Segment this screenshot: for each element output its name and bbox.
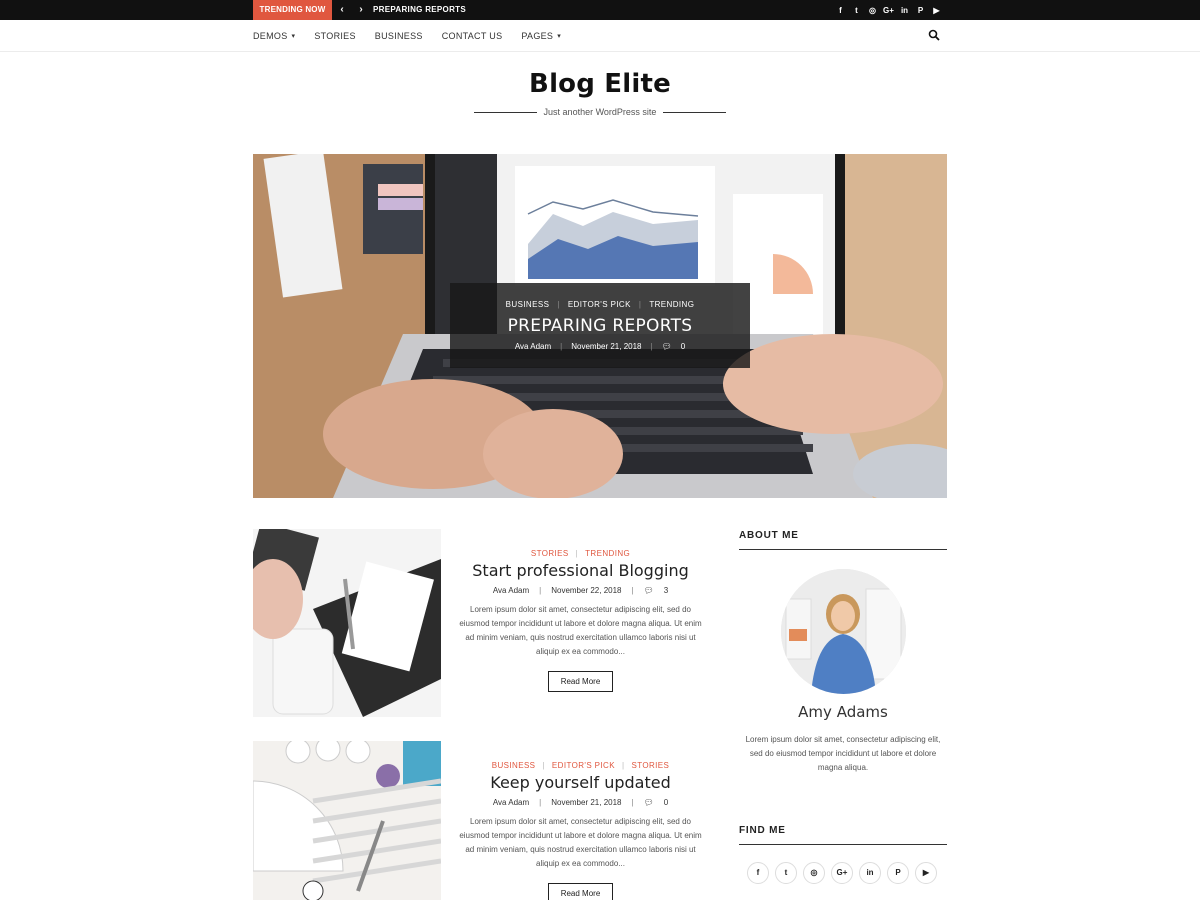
- post-excerpt: Lorem ipsum dolor sit amet, consectetur …: [459, 605, 702, 656]
- category-link[interactable]: BUSINESS: [492, 761, 536, 770]
- trending-now-badge: TRENDING NOW: [253, 0, 332, 20]
- post-thumbnail-image: [253, 741, 441, 900]
- nav-item-stories[interactable]: STORIES: [314, 31, 355, 41]
- find-me-social-links: f t ◎ G+ in P ▶: [747, 862, 937, 884]
- nav-menu: DEMOS ▾ STORIES BUSINESS CONTACT US PAGE…: [253, 20, 561, 51]
- find-me-widget-title: FIND ME: [739, 825, 947, 845]
- site-tagline-wrap: Just another WordPress site: [474, 105, 726, 119]
- nav-item-contact-us[interactable]: CONTACT US: [442, 31, 503, 41]
- twitter-icon[interactable]: t: [851, 5, 862, 16]
- comment-count[interactable]: 3: [664, 586, 668, 595]
- category-link[interactable]: STORIES: [631, 761, 669, 770]
- top-bar: TRENDING NOW ‹ › PREPARING REPORTS f t ◎…: [0, 0, 1200, 20]
- about-name: Amy Adams: [798, 703, 888, 721]
- category-separator: |: [557, 300, 560, 309]
- post-title[interactable]: Start professional Blogging: [458, 561, 703, 580]
- category-link[interactable]: BUSINESS: [506, 300, 550, 309]
- linkedin-icon[interactable]: in: [859, 862, 881, 884]
- comment-count[interactable]: 0: [664, 798, 668, 807]
- category-link[interactable]: TRENDING: [649, 300, 694, 309]
- about-widget-title: ABOUT ME: [739, 530, 947, 550]
- nav-item-label: STORIES: [314, 30, 356, 41]
- nav-item-label: BUSINESS: [374, 30, 423, 41]
- post-categories: BUSINESS | EDITOR'S PICK | STORIES: [458, 761, 703, 770]
- twitter-icon[interactable]: t: [775, 862, 797, 884]
- hero-categories: BUSINESS | EDITOR'S PICK | TRENDING: [450, 300, 750, 309]
- comment-icon: 💬︎: [643, 798, 654, 807]
- tagline-divider: [474, 112, 537, 113]
- google-plus-icon[interactable]: G+: [831, 862, 853, 884]
- comment-icon: 💬︎: [643, 586, 654, 595]
- instagram-icon[interactable]: ◎: [867, 5, 878, 16]
- google-plus-icon[interactable]: G+: [883, 5, 894, 16]
- facebook-icon[interactable]: f: [835, 5, 846, 16]
- meta-separator: |: [539, 586, 542, 595]
- pinterest-icon[interactable]: P: [915, 5, 926, 16]
- hero-featured-post[interactable]: BUSINESS | EDITOR'S PICK | TRENDING PREP…: [253, 154, 947, 498]
- post-author[interactable]: Ava Adam: [493, 586, 529, 595]
- post-thumbnail[interactable]: [253, 741, 441, 900]
- category-link[interactable]: TRENDING: [585, 549, 630, 558]
- chevron-right-icon[interactable]: ›: [354, 0, 368, 20]
- ticker-post-link[interactable]: PREPARING REPORTS: [373, 0, 466, 20]
- hero-meta: Ava Adam | November 21, 2018 | 💬︎ 0: [450, 342, 750, 351]
- post-body: BUSINESS | EDITOR'S PICK | STORIES Keep …: [458, 761, 703, 900]
- category-link[interactable]: STORIES: [531, 549, 569, 558]
- post-author[interactable]: Ava Adam: [515, 342, 551, 351]
- chevron-down-icon: ▾: [291, 32, 296, 40]
- post-date[interactable]: November 21, 2018: [571, 342, 641, 351]
- meta-separator: |: [631, 798, 634, 807]
- linkedin-icon[interactable]: in: [899, 5, 910, 16]
- pinterest-icon[interactable]: P: [887, 862, 909, 884]
- post-date[interactable]: November 22, 2018: [551, 586, 621, 595]
- category-link[interactable]: EDITOR'S PICK: [552, 761, 615, 770]
- hero-post-title[interactable]: PREPARING REPORTS: [450, 316, 750, 336]
- comment-count[interactable]: 0: [681, 342, 685, 351]
- category-separator: |: [575, 549, 579, 558]
- comment-icon: 💬︎: [661, 342, 672, 351]
- search-icon[interactable]: [928, 29, 940, 41]
- nav-item-demos[interactable]: DEMOS ▾: [253, 31, 295, 41]
- nav-item-business[interactable]: BUSINESS: [375, 31, 423, 41]
- category-link[interactable]: EDITOR'S PICK: [568, 300, 631, 309]
- nav-item-label: CONTACT US: [441, 30, 503, 41]
- youtube-icon[interactable]: ▶: [915, 862, 937, 884]
- nav-item-pages[interactable]: PAGES ▾: [521, 31, 561, 41]
- about-text: Lorem ipsum dolor sit amet, consectetur …: [745, 735, 941, 772]
- avatar-image: [781, 569, 906, 694]
- read-more-button[interactable]: Read More: [547, 883, 614, 900]
- post-thumbnail-image: [253, 529, 441, 717]
- site-tagline: Just another WordPress site: [543, 107, 657, 117]
- post-excerpt: Lorem ipsum dolor sit amet, consectetur …: [459, 817, 702, 868]
- nav-item-label: DEMOS: [253, 30, 288, 41]
- tagline-divider: [663, 112, 726, 113]
- post-body: STORIES | TRENDING Start professional Bl…: [458, 549, 703, 692]
- meta-separator: |: [631, 586, 634, 595]
- hero-caption: BUSINESS | EDITOR'S PICK | TRENDING PREP…: [450, 283, 750, 368]
- category-separator: |: [621, 761, 625, 770]
- category-separator: |: [638, 300, 642, 309]
- meta-separator: |: [539, 798, 542, 807]
- avatar: [781, 569, 906, 694]
- post-meta: Ava Adam | November 21, 2018 | 💬︎ 0: [458, 798, 703, 807]
- post-meta: Ava Adam | November 22, 2018 | 💬︎ 3: [458, 586, 703, 595]
- instagram-icon[interactable]: ◎: [803, 862, 825, 884]
- site-title[interactable]: Blog Elite: [0, 69, 1200, 99]
- post-date[interactable]: November 21, 2018: [551, 798, 621, 807]
- top-social-links: f t ◎ G+ in P ▶: [835, 0, 942, 20]
- post-title[interactable]: Keep yourself updated: [458, 773, 703, 792]
- main-navigation: DEMOS ▾ STORIES BUSINESS CONTACT US PAGE…: [0, 20, 1200, 52]
- facebook-icon[interactable]: f: [747, 862, 769, 884]
- read-more-button[interactable]: Read More: [547, 671, 614, 692]
- post-categories: STORIES | TRENDING: [458, 549, 703, 558]
- youtube-icon[interactable]: ▶: [931, 5, 942, 16]
- category-separator: |: [542, 761, 545, 770]
- post-thumbnail[interactable]: [253, 529, 441, 717]
- post-author[interactable]: Ava Adam: [493, 798, 529, 807]
- meta-separator: |: [650, 342, 653, 351]
- chevron-down-icon: ▾: [557, 32, 562, 40]
- meta-separator: |: [560, 342, 563, 351]
- nav-item-label: PAGES: [521, 30, 554, 41]
- chevron-left-icon[interactable]: ‹: [335, 0, 349, 20]
